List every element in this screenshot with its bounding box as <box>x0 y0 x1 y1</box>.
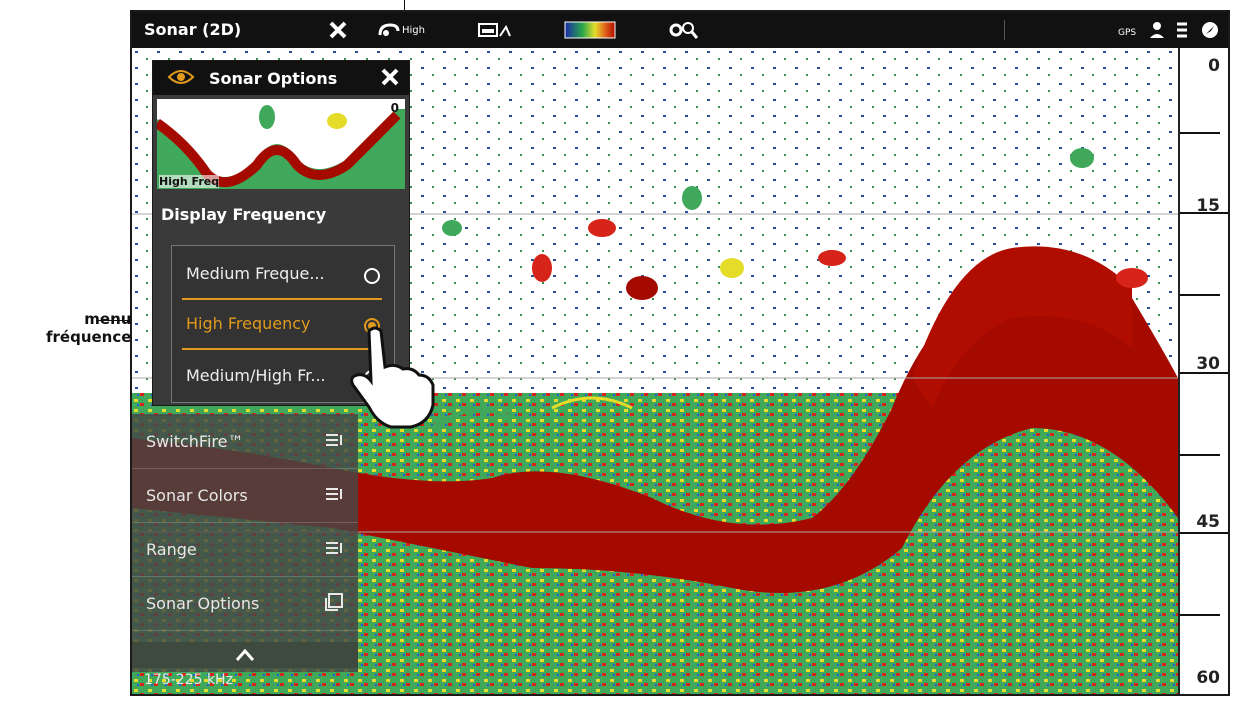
option-label: Medium Freque... <box>186 264 325 283</box>
depth-label-30: 30 <box>1196 354 1220 374</box>
frequency-icon[interactable]: High <box>378 18 425 42</box>
side-menu: SwitchFire™ Sonar Colors Range Sonar Opt… <box>132 414 358 672</box>
window-icon <box>324 592 344 616</box>
callout-line2: fréquence <box>46 328 132 346</box>
list-menu-icon <box>324 484 344 508</box>
menu-item-sonar-options[interactable]: Sonar Options <box>132 576 358 631</box>
user-icon <box>1148 18 1166 42</box>
list-menu-icon <box>324 538 344 562</box>
panel-title: Sonar Options <box>209 69 338 88</box>
chart-sonar-icon[interactable] <box>478 18 512 42</box>
menu-item-label: Range <box>146 540 197 559</box>
option-label: Medium/High Fr... <box>186 366 326 385</box>
menu-item-sonar-colors[interactable]: Sonar Colors <box>132 468 358 523</box>
close-icon[interactable] <box>381 68 399 90</box>
option-high-frequency[interactable]: High Frequency <box>186 314 311 333</box>
top-status-bar: Sonar (2D) High GPS <box>132 12 1228 48</box>
depth-tick <box>1180 532 1228 534</box>
depth-tick <box>1180 454 1220 456</box>
menu-item-range[interactable]: Range <box>132 522 358 577</box>
depth-label-0: 0 <box>1208 56 1220 76</box>
radio-medium-frequency[interactable] <box>364 268 380 284</box>
menu-item-label: Sonar Options <box>146 594 260 613</box>
frequency-readout: 175-225 kHz <box>144 672 233 688</box>
depth-label-45: 45 <box>1196 512 1220 532</box>
chevron-up-icon <box>235 648 255 661</box>
menu-item-label: SwitchFire™ <box>146 432 244 451</box>
callout-label: menu fréquence <box>46 310 131 346</box>
frequency-preview: 0 High Freq <box>157 99 405 189</box>
collapse-menu-button[interactable] <box>132 642 358 668</box>
depth-tick <box>1180 294 1220 296</box>
option-label: High Frequency <box>186 314 311 333</box>
compass-icon <box>1200 18 1220 42</box>
option-medium-high-frequency[interactable]: Medium/High Fr... <box>186 366 326 385</box>
svg-text:GPS: GPS <box>1118 28 1136 38</box>
hand-pointer-icon <box>349 323 449 437</box>
separator <box>182 298 382 300</box>
depth-scale: 0 15 30 45 60 <box>1178 48 1228 694</box>
option-medium-frequency[interactable]: Medium Freque... <box>186 264 325 283</box>
close-icon[interactable] <box>328 18 348 42</box>
divider <box>1004 20 1005 40</box>
sonar-options-panel: Sonar Options 0 High Freq Display Freque… <box>152 60 435 429</box>
callout-line1: menu <box>84 310 132 328</box>
frequency-badge: High <box>402 24 425 36</box>
depth-tick <box>1180 614 1220 616</box>
preview-depth: 0 <box>390 101 399 115</box>
depth-tick <box>1180 372 1228 374</box>
eye-icon <box>167 67 195 91</box>
depth-icon <box>1174 18 1190 42</box>
menu-item-label: Sonar Colors <box>146 486 248 505</box>
panel-header: Sonar Options <box>153 61 409 95</box>
section-title: Display Frequency <box>161 205 327 224</box>
depth-tick <box>1180 132 1220 134</box>
settings-zoom-icon[interactable] <box>668 18 698 42</box>
depth-tick <box>1180 212 1228 214</box>
gps-icon: GPS <box>1118 18 1140 42</box>
menu-item-switchfire[interactable]: SwitchFire™ <box>132 414 358 469</box>
view-title: Sonar (2D) <box>144 20 242 39</box>
list-menu-icon <box>324 430 344 454</box>
preview-label: High Freq <box>159 175 220 188</box>
color-palette-icon[interactable] <box>564 18 616 42</box>
depth-label-60: 60 <box>1196 668 1220 688</box>
